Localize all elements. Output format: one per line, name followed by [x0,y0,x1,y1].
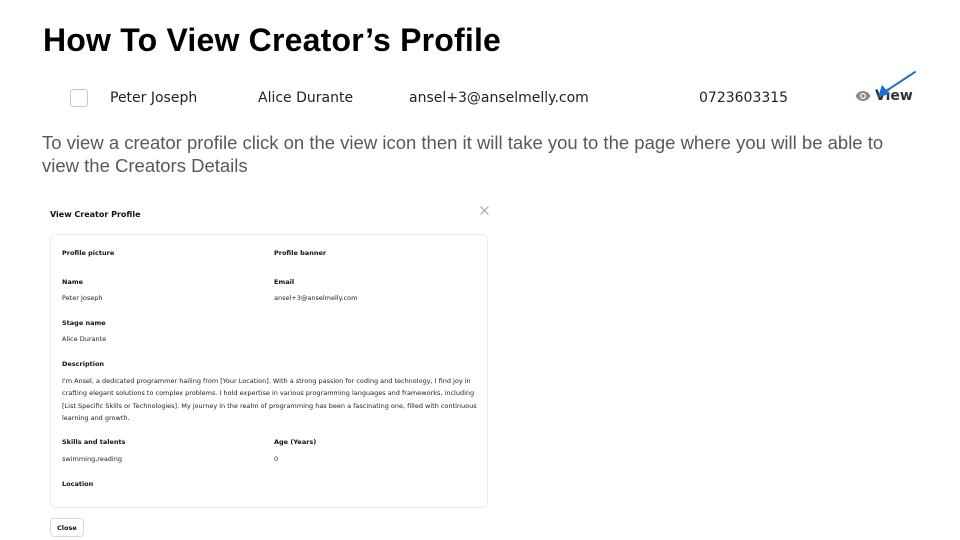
age-label: Age (Years) [274,438,317,446]
skills-value: swimming,reading [62,455,122,463]
email-cell: ansel+3@anselmelly.com [409,90,589,106]
profile-details-card: Profile picture Profile banner Name Pete… [50,234,488,508]
age-value: 0 [274,455,279,463]
name-label: Name [62,278,84,286]
profile-picture-label: Profile picture [62,249,115,257]
location-label: Location [62,480,94,488]
creator-name-cell: Peter Joseph [110,90,198,106]
instruction-text: To view a creator profile click on the v… [42,132,884,176]
stage-name-label: Stage name [62,319,106,327]
view-creator-profile-modal: View Creator Profile Profile picture Pro… [42,200,502,540]
annotation-arrow-icon [878,71,916,97]
skills-label: Skills and talents [62,438,126,446]
modal-title: View Creator Profile [50,210,141,219]
description-label: Description [62,360,105,368]
profile-banner-label: Profile banner [274,249,327,257]
stage-name-value: Alice Durante [62,335,107,343]
row-select-checkbox[interactable] [70,89,88,107]
description-value: I'm Ansel, a dedicated programmer hailin… [62,377,477,422]
name-value: Peter Joseph [62,294,103,302]
close-button[interactable]: Close [50,518,84,537]
slide-title: How To View Creator’s Profile [43,22,502,58]
table-row: Peter Joseph Alice Durante ansel+3@ansel… [0,80,960,116]
phone-cell: 0723603315 [699,90,789,106]
close-icon[interactable] [479,205,490,216]
email-label: Email [274,278,295,286]
stage-name-cell: Alice Durante [258,90,354,106]
email-value: ansel+3@anselmelly.com [274,294,358,302]
